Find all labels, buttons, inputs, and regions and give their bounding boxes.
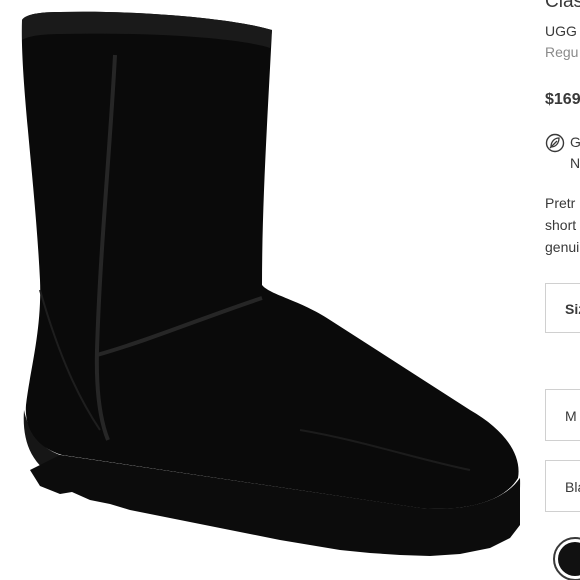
- description-line: genui: [545, 239, 580, 255]
- regular-price-label: Regu: [545, 44, 579, 60]
- size-selector-label: Siz: [565, 301, 580, 317]
- brand-link[interactable]: UGG: [545, 23, 577, 39]
- color-selector-value: Bla: [565, 479, 580, 495]
- badge-text-line2: N: [570, 155, 580, 171]
- leaf-no-icon: [545, 133, 565, 153]
- description-line: Pretr: [545, 195, 576, 211]
- color-selector[interactable]: Bla: [545, 460, 580, 512]
- color-swatch-black[interactable]: [553, 537, 580, 580]
- badge-text-line1: G: [570, 134, 580, 150]
- color-swatch-fill: [558, 542, 580, 576]
- description-line: short: [545, 217, 577, 233]
- product-title[interactable]: Clas: [545, 0, 580, 13]
- width-selector[interactable]: M: [545, 389, 580, 441]
- product-details: Clas UGG Regu $169 G N Pretr short genui…: [545, 0, 580, 580]
- product-image: [21, 11, 521, 556]
- size-selector[interactable]: Siz: [545, 283, 580, 333]
- price: $169: [545, 91, 580, 108]
- width-selector-value: M: [565, 408, 577, 424]
